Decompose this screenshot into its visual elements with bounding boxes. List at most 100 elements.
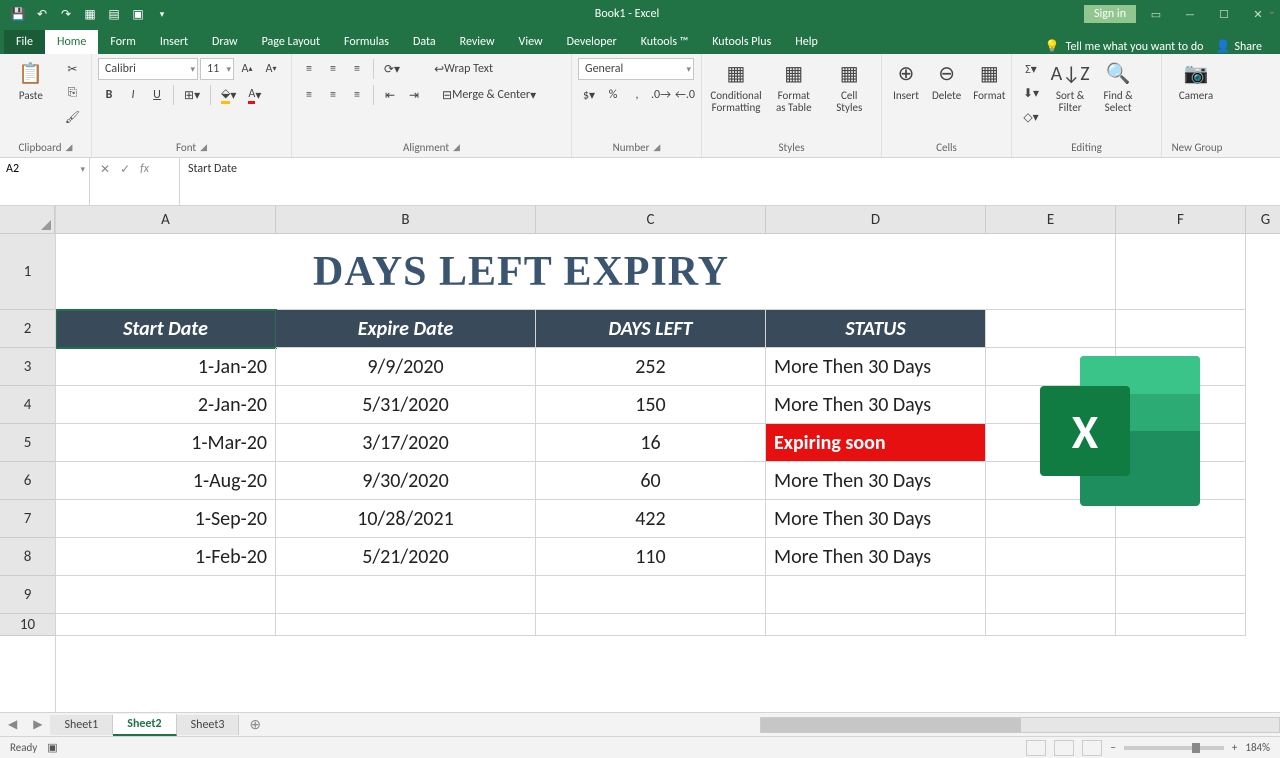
zoom-in-button[interactable]: + (1232, 741, 1237, 754)
clipboard-launcher-icon[interactable]: ◢ (66, 142, 73, 153)
align-right-button[interactable]: ≡ (346, 84, 368, 106)
cell-start-date[interactable]: 1-Aug-20 (56, 462, 276, 500)
cell-status[interactable]: More Then 30 Days (766, 538, 986, 576)
tab-kutools[interactable]: Kutools ™ (629, 30, 701, 54)
increase-indent-button[interactable]: ⇥ (403, 84, 425, 106)
orientation-button[interactable]: ⟳▾ (379, 58, 405, 80)
cell-days-left[interactable]: 150 (536, 386, 766, 424)
cell-start-date[interactable]: 1-Sep-20 (56, 500, 276, 538)
page-break-view-button[interactable] (1082, 740, 1102, 756)
format-painter-button[interactable]: 🖌 (60, 106, 85, 128)
number-launcher-icon[interactable]: ◢ (653, 142, 660, 153)
record-macro-icon[interactable]: ▣ (47, 741, 57, 754)
row-head[interactable]: 5 (0, 424, 55, 462)
autosum-button[interactable]: Σ▾ (1018, 58, 1044, 80)
qat-icon-1[interactable]: ▦ (82, 6, 98, 22)
tab-nav-next-icon[interactable]: ▶ (25, 717, 50, 732)
cell-days-left[interactable]: 110 (536, 538, 766, 576)
increase-font-button[interactable]: A▴ (236, 58, 258, 80)
format-table-button[interactable]: ▦Format as Table (768, 58, 820, 116)
cell-days-left[interactable]: 60 (536, 462, 766, 500)
zoom-slider[interactable] (1124, 746, 1224, 750)
tab-home[interactable]: Home (45, 30, 98, 54)
row-head[interactable]: 7 (0, 500, 55, 538)
cell-expire-date[interactable]: 5/31/2020 (276, 386, 536, 424)
currency-button[interactable]: $▾ (578, 84, 600, 106)
sheet-tab-active[interactable]: Sheet2 (113, 714, 176, 736)
qat-icon-3[interactable]: ▣ (130, 6, 146, 22)
fx-icon[interactable]: fx (140, 162, 149, 176)
cell[interactable] (56, 614, 276, 636)
cell[interactable] (1116, 234, 1246, 310)
tab-help[interactable]: Help (783, 30, 830, 54)
camera-button[interactable]: 📷Camera (1168, 58, 1224, 104)
cell-expire-date[interactable]: 9/9/2020 (276, 348, 536, 386)
header-cell[interactable]: Expire Date (276, 310, 536, 348)
ribbon-options-icon[interactable]: ▭ (1142, 4, 1170, 24)
header-cell[interactable]: STATUS (766, 310, 986, 348)
cell[interactable] (276, 614, 536, 636)
decrease-font-button[interactable]: A▾ (260, 58, 282, 80)
cell[interactable] (1116, 538, 1246, 576)
qat-dropdown-icon[interactable]: ▾ (154, 6, 170, 22)
minimize-icon[interactable]: — (1176, 4, 1204, 24)
cell-start-date[interactable]: 1-Feb-20 (56, 538, 276, 576)
tab-review[interactable]: Review (448, 30, 507, 54)
percent-button[interactable]: % (602, 84, 624, 106)
cell-status[interactable]: More Then 30 Days (766, 500, 986, 538)
cell[interactable] (986, 234, 1116, 310)
page-layout-view-button[interactable] (1054, 740, 1074, 756)
redo-icon[interactable]: ↷ (58, 6, 74, 22)
cell[interactable] (986, 614, 1116, 636)
cell-start-date[interactable]: 1-Jan-20 (56, 348, 276, 386)
font-launcher-icon[interactable]: ◢ (200, 142, 207, 153)
expand-formula-icon[interactable]: ⌄ (1268, 4, 1276, 17)
tab-view[interactable]: View (507, 30, 555, 54)
cell-styles-button[interactable]: ▦Cell Styles (824, 58, 876, 116)
col-head[interactable]: D (766, 206, 986, 233)
enter-formula-icon[interactable]: ✓ (120, 162, 130, 177)
cut-button[interactable]: ✂ (60, 58, 85, 80)
col-head[interactable]: B (276, 206, 536, 233)
col-head[interactable]: F (1116, 206, 1246, 233)
increase-decimal-button[interactable]: .0→ (650, 84, 672, 106)
share-button[interactable]: 👤Share (1215, 39, 1262, 54)
tab-form[interactable]: Form (98, 30, 147, 54)
maximize-icon[interactable]: ☐ (1210, 4, 1238, 24)
header-cell[interactable]: DAYS LEFT (536, 310, 766, 348)
clear-button[interactable]: ◇▾ (1018, 106, 1044, 128)
tab-page-layout[interactable]: Page Layout (250, 30, 332, 54)
cell-status[interactable]: Expiring soon (766, 424, 986, 462)
row-head[interactable]: 6 (0, 462, 55, 500)
cell-start-date[interactable]: 2-Jan-20 (56, 386, 276, 424)
font-name-combo[interactable]: Calibri (98, 58, 198, 80)
row-head[interactable]: 4 (0, 386, 55, 424)
name-box[interactable]: A2 (0, 158, 90, 205)
sheet-tab[interactable]: Sheet1 (50, 715, 113, 735)
cell-start-date[interactable]: 1-Mar-20 (56, 424, 276, 462)
cell[interactable] (986, 538, 1116, 576)
col-head[interactable]: C (536, 206, 766, 233)
paste-button[interactable]: 📋Paste (6, 58, 56, 104)
align-top-button[interactable]: ≡ (298, 58, 320, 80)
signin-button[interactable]: Sign in (1084, 5, 1136, 23)
cell-days-left[interactable]: 16 (536, 424, 766, 462)
cell[interactable] (766, 576, 986, 614)
tab-kutools-plus[interactable]: Kutools Plus (700, 30, 783, 54)
tab-draw[interactable]: Draw (200, 30, 250, 54)
tell-me-search[interactable]: 💡Tell me what you want to do (1045, 39, 1204, 54)
row-head[interactable]: 9 (0, 576, 55, 614)
conditional-formatting-button[interactable]: ▦Conditional Formatting (708, 58, 764, 116)
cell[interactable] (276, 576, 536, 614)
normal-view-button[interactable] (1026, 740, 1046, 756)
row-head[interactable]: 8 (0, 538, 55, 576)
format-cells-button[interactable]: ▦Format (969, 58, 1009, 104)
tab-developer[interactable]: Developer (555, 30, 629, 54)
copy-button[interactable]: ⎘ (60, 82, 85, 104)
insert-cells-button[interactable]: ⊕Insert (888, 58, 924, 104)
font-size-combo[interactable]: 11 (200, 58, 234, 80)
cell-expire-date[interactable]: 9/30/2020 (276, 462, 536, 500)
select-all-corner[interactable] (0, 206, 55, 234)
row-head[interactable]: 2 (0, 310, 55, 348)
cell-expire-date[interactable]: 3/17/2020 (276, 424, 536, 462)
